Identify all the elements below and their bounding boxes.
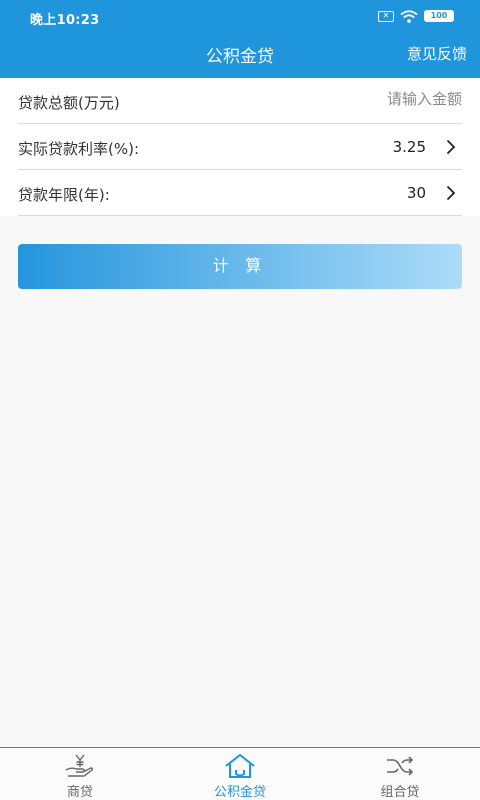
tab-label: 公积金贷 (213, 785, 266, 800)
years-value: 30 (406, 184, 426, 202)
tab-commercial-loan[interactable]: 商贷 (0, 748, 160, 800)
years-row[interactable]: 贷款年限(年): 30 (18, 170, 462, 216)
rate-row[interactable]: 实际贷款利率(%): 3.25 (18, 124, 462, 170)
status-bar: 晚上10:23 ✕ 100 (0, 0, 480, 32)
tab-combined-loan[interactable]: 组合贷 (320, 748, 480, 800)
chevron-right-icon (446, 185, 456, 201)
app-header: 晚上10:23 ✕ 100 公积金贷 意见反馈 (0, 0, 480, 78)
yuan-hand-icon (65, 754, 94, 777)
sim-icon: ✕ (378, 10, 394, 22)
loan-amount-label: 贷款总额(万元) (18, 94, 120, 112)
shuffle-icon (387, 756, 414, 776)
status-time: 晚上10:23 (30, 13, 100, 28)
chevron-right-icon (446, 139, 456, 155)
years-label: 贷款年限(年): (18, 186, 110, 204)
calculate-button[interactable]: 计 算 (18, 244, 462, 289)
tab-label: 组合贷 (380, 785, 420, 800)
tab-label: 商贷 (66, 785, 93, 800)
loan-form: 贷款总额(万元) 实际贷款利率(%): 3.25 贷款年限(年): 30 (0, 78, 480, 216)
feedback-link[interactable]: 意见反馈 (407, 43, 467, 64)
rate-value: 3.25 (392, 138, 426, 156)
bottom-tab-bar: 商贷 公积金贷 组合贷 (0, 747, 480, 800)
wifi-icon (400, 9, 418, 23)
rate-label: 实际贷款利率(%): (18, 140, 140, 158)
battery-icon: 100 (424, 10, 454, 22)
status-icons: ✕ 100 (378, 9, 454, 23)
house-icon (225, 754, 255, 778)
loan-amount-row[interactable]: 贷款总额(万元) (18, 78, 462, 124)
tab-housing-fund-loan[interactable]: 公积金贷 (160, 748, 320, 800)
loan-amount-input[interactable] (262, 90, 462, 108)
